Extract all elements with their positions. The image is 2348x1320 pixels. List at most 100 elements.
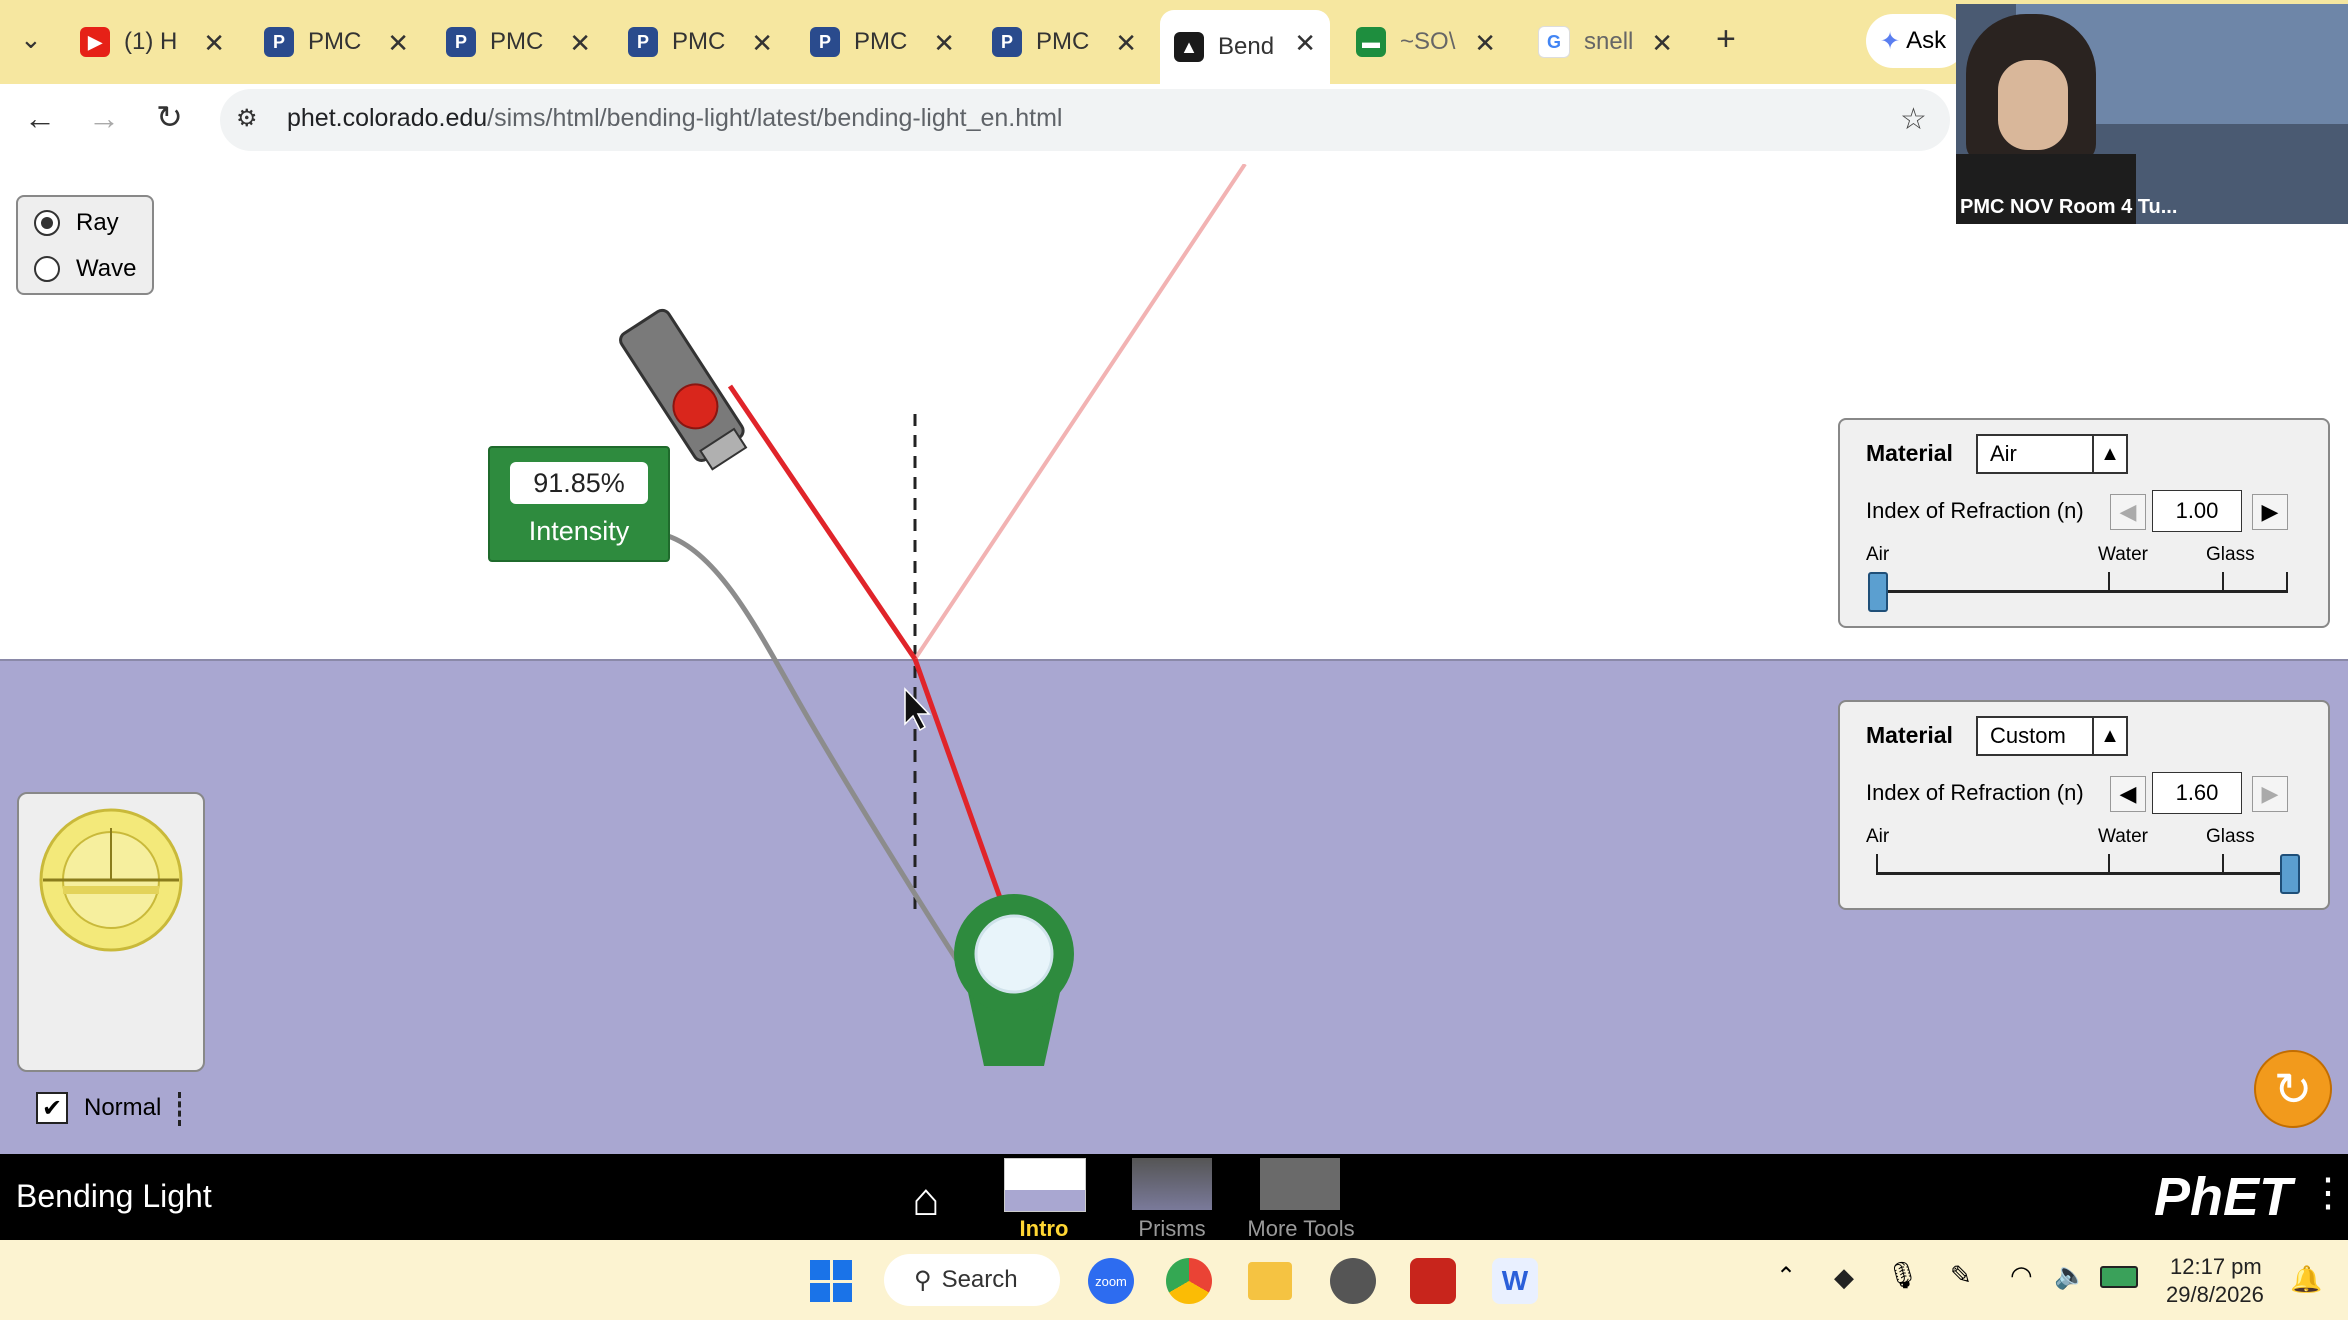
- slider-track[interactable]: [1876, 590, 2288, 593]
- file-explorer-icon[interactable]: [1248, 1262, 1292, 1300]
- phet-logo[interactable]: PhET: [2154, 1166, 2292, 1228]
- bookmark-star-icon[interactable]: ☆: [1900, 102, 1927, 137]
- reset-all-button[interactable]: ↻: [2254, 1050, 2332, 1128]
- tab[interactable]: G snell ✕: [1538, 14, 1673, 70]
- video-tile: PMC NOV Room 4 Tu...: [1956, 4, 2348, 224]
- google-icon: G: [1538, 26, 1570, 58]
- video-caption: PMC NOV Room 4 Tu...: [1960, 196, 2178, 218]
- url-text[interactable]: phet.colorado.edu/sims/html/bending-ligh…: [287, 104, 1062, 133]
- slider-thumb[interactable]: [2280, 854, 2300, 894]
- screen-intro-button[interactable]: Intro: [1004, 1158, 1086, 1241]
- taskbar-search[interactable]: ⚲ Search: [884, 1254, 1060, 1306]
- url-host: phet.colorado.edu: [287, 104, 488, 132]
- app-icon[interactable]: [1330, 1258, 1376, 1304]
- tab[interactable]: P PMC ✕: [628, 14, 773, 70]
- normal-checkbox[interactable]: ✔ Normal: [36, 1092, 161, 1124]
- tab[interactable]: ▬ ~SO\ ✕: [1356, 14, 1496, 70]
- word-app-icon[interactable]: W: [1492, 1258, 1538, 1304]
- participant-face: [1998, 60, 2068, 150]
- close-tab-icon[interactable]: ✕: [1651, 28, 1673, 59]
- intensity-meter[interactable]: 91.85% Intensity: [488, 446, 670, 562]
- normal-icon: [178, 1092, 181, 1126]
- index-label: Index of Refraction (n): [1866, 780, 2084, 805]
- phet-menu-icon[interactable]: ⋮: [2308, 1170, 2348, 1216]
- clock-time[interactable]: 12:17 pm: [2170, 1254, 2262, 1280]
- material-dropdown-icon[interactable]: ▲: [2092, 434, 2128, 474]
- volume-icon[interactable]: 🔈: [2054, 1260, 2086, 1291]
- close-tab-icon[interactable]: ✕: [933, 28, 955, 59]
- radio-label: Wave: [76, 255, 137, 282]
- ask-label: Ask: [1906, 27, 1947, 54]
- tab-label: PMC: [672, 28, 726, 55]
- pen-icon[interactable]: ✎: [1950, 1260, 1972, 1291]
- slider-track[interactable]: [1876, 872, 2288, 875]
- slider-label-glass: Glass: [2206, 826, 2255, 847]
- decrease-index-icon[interactable]: ◀: [2110, 494, 2146, 530]
- intensity-probe: [954, 894, 1074, 1066]
- reflected-ray: [913, 164, 1247, 661]
- slider-thumb[interactable]: [1868, 572, 1888, 612]
- slider-tick: [1876, 854, 1878, 872]
- tab[interactable]: P PMC ✕: [446, 14, 591, 70]
- tab[interactable]: P PMC ✕: [264, 14, 409, 70]
- material-selected: Custom: [1990, 723, 2066, 748]
- close-tab-icon[interactable]: ✕: [1115, 28, 1137, 59]
- dropbox-icon[interactable]: ◆: [1834, 1262, 1854, 1293]
- start-icon[interactable]: [810, 1260, 852, 1302]
- phet-icon: ▲: [1174, 32, 1204, 62]
- close-tab-icon[interactable]: ✕: [1294, 28, 1316, 59]
- close-tab-icon[interactable]: ✕: [569, 28, 591, 59]
- slider-tick: [2222, 854, 2224, 872]
- toolbox-panel: [17, 792, 205, 1072]
- ask-button[interactable]: ✦ Ask: [1866, 14, 1966, 68]
- new-tab-icon[interactable]: +: [1716, 20, 1736, 59]
- screen-more-tools-button[interactable]: More Tools: [1246, 1158, 1356, 1241]
- close-tab-icon[interactable]: ✕: [751, 28, 773, 59]
- home-icon[interactable]: ⌂: [912, 1172, 940, 1226]
- close-tab-icon[interactable]: ✕: [387, 28, 409, 59]
- site-info-icon[interactable]: ⚙: [236, 104, 258, 133]
- mic-icon[interactable]: 🎙: [1886, 1260, 1919, 1291]
- acrobat-icon[interactable]: [1410, 1258, 1456, 1304]
- radio-ray[interactable]: Ray: [34, 209, 119, 237]
- radio-unselected-icon: [34, 256, 60, 282]
- screen-prisms-button[interactable]: Prisms: [1132, 1158, 1212, 1241]
- increase-index-icon[interactable]: ▶: [2252, 776, 2288, 812]
- pmc-icon: P: [446, 27, 476, 57]
- tab[interactable]: P PMC ✕: [992, 14, 1137, 70]
- back-icon[interactable]: ←: [24, 100, 56, 137]
- tab-list-chevron-icon[interactable]: ⌄: [20, 24, 42, 55]
- decrease-index-icon[interactable]: ◀: [2110, 776, 2146, 812]
- material-dropdown-icon[interactable]: ▲: [2092, 716, 2128, 756]
- pmc-icon: P: [992, 27, 1022, 57]
- tray-chevron-icon[interactable]: ⌃: [1776, 1262, 1796, 1291]
- wifi-icon[interactable]: ◠: [2010, 1260, 2033, 1291]
- tab[interactable]: ▶ (1) H ✕: [80, 14, 225, 70]
- index-value[interactable]: 1.00: [2152, 490, 2242, 532]
- protractor-icon[interactable]: [39, 808, 183, 952]
- radio-wave[interactable]: Wave: [34, 255, 136, 283]
- battery-icon[interactable]: [2100, 1266, 2138, 1288]
- slider-tick: [2286, 572, 2288, 590]
- notification-icon[interactable]: 🔔: [2290, 1264, 2322, 1295]
- ray-layer: [619, 164, 1247, 1066]
- tab-label: ~SO\: [1400, 28, 1456, 55]
- tab-label: (1) H: [124, 28, 178, 55]
- zoom-icon[interactable]: zoom: [1088, 1258, 1134, 1304]
- index-value[interactable]: 1.60: [2152, 772, 2242, 814]
- reload-icon[interactable]: ↻: [156, 98, 183, 136]
- close-tab-icon[interactable]: ✕: [1474, 28, 1496, 59]
- chrome-icon[interactable]: [1166, 1258, 1212, 1304]
- slider-label-glass: Glass: [2206, 544, 2255, 565]
- increase-index-icon[interactable]: ▶: [2252, 494, 2288, 530]
- close-tab-icon[interactable]: ✕: [203, 28, 225, 59]
- tab-active[interactable]: ▲ Bend ✕: [1160, 10, 1330, 84]
- forward-icon[interactable]: →: [88, 100, 120, 137]
- tab-label: PMC: [308, 28, 362, 55]
- tab[interactable]: P PMC ✕: [810, 14, 955, 70]
- clock-date[interactable]: 29/8/2026: [2166, 1282, 2264, 1308]
- url-path: /sims/html/bending-light/latest/bending-…: [487, 104, 1063, 132]
- tab-label: PMC: [490, 28, 544, 55]
- material-title: Material: [1866, 440, 1953, 466]
- bottom-material-panel: Material Custom ▲ Index of Refraction (n…: [1838, 700, 2330, 910]
